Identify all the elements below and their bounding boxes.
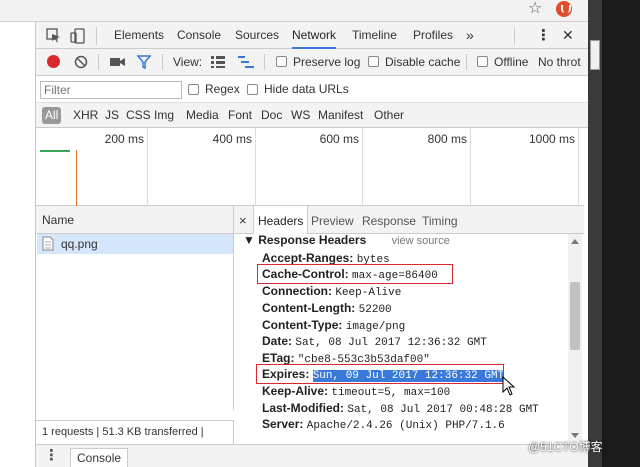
tab-separator xyxy=(96,27,97,45)
toolbar-separator xyxy=(98,54,99,70)
tab-profiles[interactable]: Profiles xyxy=(413,22,453,49)
toolbar-separator xyxy=(162,54,163,70)
clear-icon[interactable] xyxy=(74,55,88,69)
type-filter-all[interactable]: All xyxy=(42,107,62,124)
tick-line xyxy=(255,128,256,206)
large-rows-icon[interactable] xyxy=(211,56,225,68)
type-filter-media[interactable]: Media xyxy=(186,103,219,128)
type-filter-ws[interactable]: WS xyxy=(291,103,310,128)
close-devtools-icon[interactable]: ✕ xyxy=(562,22,574,49)
page-scrollbar-thumb[interactable] xyxy=(590,40,600,70)
type-filter-font[interactable]: Font xyxy=(228,103,252,128)
tab-elements[interactable]: Elements xyxy=(114,22,164,49)
detail-tab-headers[interactable]: Headers xyxy=(253,206,309,235)
type-filter-manifest[interactable]: Manifest xyxy=(318,103,363,128)
extension-icon[interactable] xyxy=(556,1,572,17)
tick-line xyxy=(470,128,471,206)
request-list xyxy=(36,234,234,410)
tab-timeline[interactable]: Timeline xyxy=(352,22,397,49)
offline-checkbox[interactable] xyxy=(477,56,488,67)
header-row: Last-Modified: Sat, 08 Jul 2017 00:48:28… xyxy=(262,401,539,416)
toolbar-separator xyxy=(264,54,265,70)
preserve-log-label[interactable]: Preserve log xyxy=(293,49,360,76)
tick-label: 400 ms xyxy=(212,132,252,146)
detail-tab-response[interactable]: Response xyxy=(362,206,416,234)
tick-line xyxy=(362,128,363,206)
detail-tab-timing[interactable]: Timing xyxy=(422,206,458,234)
preserve-log-checkbox[interactable] xyxy=(276,56,287,67)
hide-data-urls-checkbox[interactable] xyxy=(247,84,258,95)
view-label: View: xyxy=(173,55,203,69)
tab-console[interactable]: Console xyxy=(177,22,221,49)
type-filter-css[interactable]: CSS xyxy=(126,103,151,128)
disable-cache-label[interactable]: Disable cache xyxy=(385,49,460,76)
record-icon[interactable] xyxy=(47,55,60,68)
capture-screenshots-icon[interactable] xyxy=(110,56,126,68)
tick-label: 800 ms xyxy=(427,132,467,146)
regex-label[interactable]: Regex xyxy=(205,76,240,103)
tab-network[interactable]: Network xyxy=(292,22,337,49)
overview-load-marker xyxy=(76,150,77,206)
bookmark-star-icon[interactable]: ☆ xyxy=(526,0,544,18)
name-column-header[interactable]: Name xyxy=(36,206,234,234)
header-row: Date: Sat, 08 Jul 2017 12:36:32 GMT xyxy=(262,334,487,349)
toolbar-separator xyxy=(466,54,467,70)
type-filter-js[interactable]: JS xyxy=(105,103,119,128)
type-filter-xhr[interactable]: XHR xyxy=(73,103,98,128)
mouse-cursor-icon xyxy=(502,376,516,396)
page-scrollbar[interactable] xyxy=(588,0,602,467)
request-row[interactable]: qq.png xyxy=(37,234,233,254)
tick-line xyxy=(147,128,148,206)
hide-data-urls-label[interactable]: Hide data URLs xyxy=(264,76,349,103)
detail-tab-preview[interactable]: Preview xyxy=(311,206,354,234)
waterfall-overview-icon[interactable] xyxy=(238,56,254,68)
request-name: qq.png xyxy=(61,237,98,251)
response-headers-section[interactable]: ▼ Response Headers view source xyxy=(243,232,450,248)
tick-line xyxy=(578,128,579,206)
throttling-select[interactable]: No throt xyxy=(538,49,584,76)
header-row: Keep-Alive: timeout=5, max=100 xyxy=(262,384,451,399)
regex-checkbox[interactable] xyxy=(188,84,199,95)
headers-scrollbar-thumb[interactable] xyxy=(570,282,580,350)
header-row: Connection: Keep-Alive xyxy=(262,284,402,299)
network-summary-bar: 1 requests | 51.3 KB transferred | xyxy=(36,420,234,444)
type-filter-other[interactable]: Other xyxy=(374,103,404,128)
offline-label[interactable]: Offline xyxy=(494,49,528,76)
disable-cache-checkbox[interactable] xyxy=(368,56,379,67)
header-row: Server: Apache/2.4.26 (Unix) PHP/7.1.6 xyxy=(262,417,505,432)
tab-separator xyxy=(514,27,515,45)
device-toolbar-icon[interactable] xyxy=(70,28,86,44)
filter-input[interactable] xyxy=(40,81,182,99)
scroll-up-icon[interactable] xyxy=(571,239,579,244)
browser-toolbar xyxy=(0,0,640,22)
view-source-link[interactable]: view source xyxy=(392,235,450,247)
tick-label: 1000 ms xyxy=(528,132,575,146)
summary-text: 1 requests | 51.3 KB transferred | xyxy=(42,426,204,438)
header-row: Content-Type: image/png xyxy=(262,318,406,333)
name-column-label: Name xyxy=(42,213,75,227)
inspect-element-icon[interactable] xyxy=(46,28,62,44)
drawer-menu-icon[interactable]: ⋮ xyxy=(44,446,59,464)
type-filter-img[interactable]: Img xyxy=(154,103,174,128)
close-detail-icon[interactable]: × xyxy=(239,206,247,234)
highlight-box-expires xyxy=(256,364,504,384)
tick-label: 200 ms xyxy=(104,132,144,146)
more-tabs-icon[interactable]: » xyxy=(466,22,474,49)
drawer-tab-console[interactable]: Console xyxy=(70,448,129,467)
page-viewport xyxy=(0,22,36,467)
watermark: @51CTO博客 xyxy=(528,440,603,454)
type-filter-doc[interactable]: Doc xyxy=(261,103,282,128)
overview-waiting-bar xyxy=(40,150,70,152)
tab-sources[interactable]: Sources xyxy=(235,22,279,49)
file-icon xyxy=(42,236,54,251)
highlight-box-cache-control xyxy=(257,264,453,284)
devtools-menu-icon[interactable]: ⋮ xyxy=(536,22,551,49)
filter-icon[interactable] xyxy=(137,55,151,69)
section-title: ▼ Response Headers xyxy=(243,233,367,247)
header-row: Content-Length: 52200 xyxy=(262,301,392,316)
tick-label: 600 ms xyxy=(319,132,359,146)
